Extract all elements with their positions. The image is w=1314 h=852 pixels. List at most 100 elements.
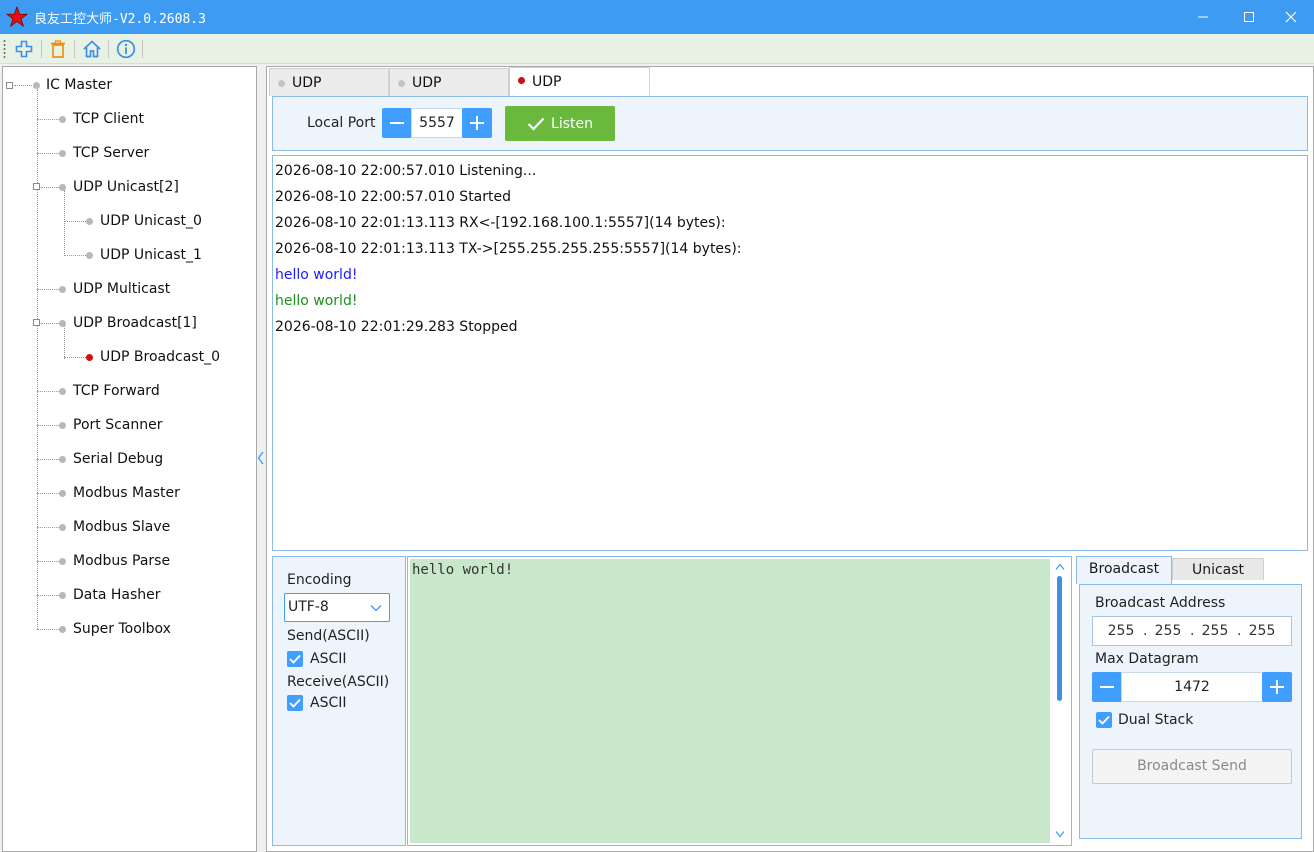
minimize-button[interactable] <box>1180 0 1226 34</box>
plus-icon <box>1270 680 1284 694</box>
log-line: 2026-08-10 22:00:57.010 Started <box>275 189 512 205</box>
log-line: hello world! <box>275 267 358 283</box>
ip-octet-3[interactable]: 255 <box>1197 623 1233 639</box>
ip-octet-1[interactable]: 255 <box>1103 623 1139 639</box>
port-input[interactable]: 5557 <box>411 108 463 138</box>
plus-icon <box>470 116 484 130</box>
minus-icon <box>1100 686 1114 688</box>
ip-octet-4[interactable]: 255 <box>1244 623 1280 639</box>
minus-icon <box>390 122 404 124</box>
log-line: 2026-08-10 22:01:29.283 Stopped <box>275 319 518 335</box>
listen-button[interactable]: Listen <box>505 106 615 141</box>
add-button[interactable] <box>11 37 37 61</box>
delete-button[interactable] <box>45 37 71 61</box>
tree-item-label: UDP Multicast <box>73 281 171 297</box>
port-decrement-button[interactable] <box>382 108 412 138</box>
send-ascii-checkbox[interactable] <box>287 651 303 667</box>
tree-item-label: UDP Unicast_1 <box>100 247 202 263</box>
tree-item-modbus-parse[interactable]: Modbus Parse <box>73 551 170 571</box>
tree-item-label: UDP Broadcast[1] <box>73 315 197 331</box>
dual-stack-checkbox[interactable] <box>1096 712 1112 728</box>
toolbar-grip[interactable] <box>3 39 6 59</box>
tree-item-label: UDP Unicast[2] <box>73 179 179 195</box>
tree-item-label: TCP Forward <box>73 383 160 399</box>
toolbar <box>0 34 1314 64</box>
tree-item-label: Modbus Slave <box>73 519 171 535</box>
minimize-icon <box>1198 16 1208 18</box>
tree-item-serial-debug[interactable]: Serial Debug <box>73 449 163 469</box>
tree-item-udp-unicast[interactable]: UDP Unicast[2] <box>73 177 179 197</box>
home-button[interactable] <box>79 37 105 61</box>
udp-broadcast-expander[interactable] <box>33 319 40 326</box>
scrollbar-thumb[interactable] <box>1057 576 1062 701</box>
tree-root-label: IC Master <box>46 77 113 93</box>
tree-item-label: UDP Broadcast_0 <box>100 349 220 365</box>
tab-udp-unicast-1[interactable]: UDP Unicast_1 <box>389 68 509 119</box>
info-button[interactable] <box>113 37 139 61</box>
check-icon <box>289 698 301 708</box>
tab-label: Broadcast <box>1088 561 1160 577</box>
broadcast-send-button[interactable]: Broadcast Send <box>1092 749 1292 784</box>
tab-udp-unicast-0[interactable]: UDP Unicast_0 <box>269 68 389 119</box>
chevron-down-icon <box>370 605 382 612</box>
tree-item-udp-unicast-1[interactable]: UDP Unicast_1 <box>100 245 202 265</box>
tab-status-dot <box>518 77 525 84</box>
ip-octet-2[interactable]: 255 <box>1150 623 1186 639</box>
encoding-value: UTF-8 <box>288 599 329 615</box>
tree-item-tcp-server[interactable]: TCP Server <box>73 143 149 163</box>
tree-item-data-hasher[interactable]: Data Hasher <box>73 585 161 605</box>
tree-item-label: Modbus Master <box>73 485 180 501</box>
tree-item-tcp-client[interactable]: TCP Client <box>73 109 144 129</box>
log-line: 2026-08-10 22:00:57.010 Listening... <box>275 163 537 179</box>
tree-item-tcp-forward[interactable]: TCP Forward <box>73 381 160 401</box>
encoding-select[interactable]: UTF-8 <box>284 593 390 622</box>
add-icon <box>15 40 33 58</box>
root-expander[interactable] <box>6 82 13 89</box>
tree-item-modbus-master[interactable]: Modbus Master <box>73 483 180 503</box>
tree-item-udp-broadcast-0[interactable]: UDP Broadcast_0 <box>100 347 220 367</box>
send-ascii-label: ASCII <box>310 651 347 667</box>
port-increment-button[interactable] <box>462 108 492 138</box>
tree-item-port-scanner[interactable]: Port Scanner <box>73 415 162 435</box>
tree-item-udp-broadcast[interactable]: UDP Broadcast[1] <box>73 313 197 333</box>
receive-ascii-checkbox[interactable] <box>287 695 303 711</box>
broadcast-address-label: Broadcast Address <box>1095 595 1226 611</box>
max-datagram-decrement-button[interactable] <box>1092 672 1122 702</box>
tree-item-label: Serial Debug <box>73 451 164 467</box>
home-icon <box>83 40 101 58</box>
ip-separator: . <box>1237 623 1242 639</box>
delete-icon <box>51 40 65 58</box>
navigation-tree: IC Master TCP Client TCP Server UDP Unic… <box>2 66 257 852</box>
tab-broadcast[interactable]: Broadcast <box>1076 556 1172 584</box>
collapse-left-icon[interactable] <box>257 450 265 466</box>
tree-root[interactable]: IC Master <box>46 75 112 95</box>
maximize-button[interactable] <box>1226 0 1272 34</box>
tab-status-dot <box>398 80 405 87</box>
ip-separator: . <box>1190 623 1195 639</box>
log-line: 2026-08-10 22:01:13.113 RX<-[192.168.100… <box>275 215 726 231</box>
active-status-dot <box>86 354 93 361</box>
tab-udp-broadcast-0[interactable]: UDP Broadcast_0 <box>509 67 650 118</box>
close-button[interactable] <box>1268 0 1314 34</box>
scroll-up-icon[interactable] <box>1055 563 1065 571</box>
send-textarea[interactable]: hello world! <box>410 559 1050 843</box>
dual-stack-label: Dual Stack <box>1118 712 1194 728</box>
tree-item-label: Modbus Parse <box>73 553 171 569</box>
tree-item-udp-multicast[interactable]: UDP Multicast <box>73 279 170 299</box>
red-star-icon <box>6 6 28 28</box>
tree-item-label: Port Scanner <box>73 417 163 433</box>
tree-item-label: TCP Client <box>73 111 144 127</box>
check-icon <box>289 654 301 664</box>
max-datagram-input[interactable]: 1472 <box>1121 672 1263 702</box>
scroll-down-icon[interactable] <box>1055 830 1065 838</box>
udp-unicast-expander[interactable] <box>33 183 40 190</box>
send-encoding-label: Send(ASCII) <box>287 628 370 644</box>
tree-item-super-toolbox[interactable]: Super Toolbox <box>73 619 171 639</box>
tree-item-udp-unicast-0[interactable]: UDP Unicast_0 <box>100 211 202 231</box>
broadcast-address-input[interactable]: 255 . 255 . 255 . 255 <box>1092 616 1292 646</box>
max-datagram-increment-button[interactable] <box>1262 672 1292 702</box>
tab-unicast[interactable]: Unicast <box>1172 558 1264 580</box>
tree-item-modbus-slave[interactable]: Modbus Slave <box>73 517 170 537</box>
log-view[interactable]: 2026-08-10 22:00:57.010 Listening... 202… <box>272 155 1308 551</box>
close-icon <box>1285 11 1297 23</box>
